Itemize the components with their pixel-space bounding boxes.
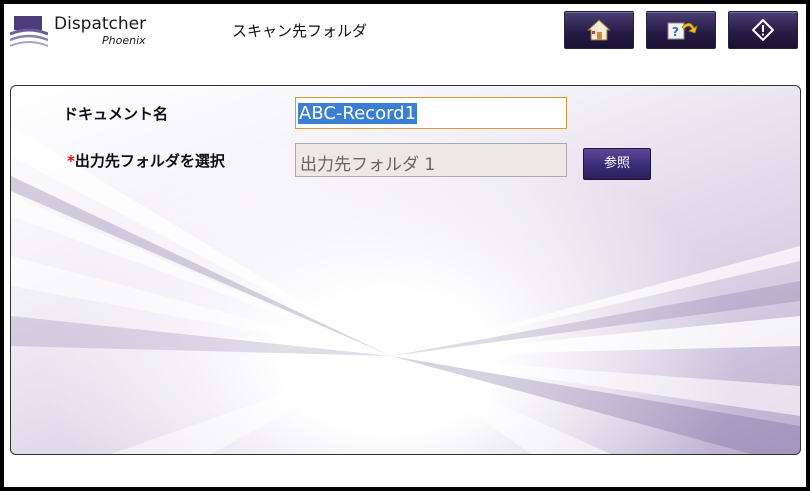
help-button[interactable]: ? [646,11,716,49]
app-window: Dispatcher Phoenix スキャン先フォルダ ? ドキュメント名 A… [4,4,806,487]
required-marker: * [67,152,75,170]
start-button[interactable] [728,11,798,49]
output-folder-value: 出力先フォルダ 1 [300,155,436,175]
home-button[interactable] [564,11,634,49]
scan-form-panel: ドキュメント名 ABC-Record1 *出力先フォルダを選択 出力先フォルダ … [10,85,801,455]
home-icon [587,19,611,41]
logo: Dispatcher Phoenix [10,12,150,52]
document-name-label: ドキュメント名 [63,105,169,123]
logo-subtitle: Phoenix [102,34,146,47]
logo-name: Dispatcher [54,14,147,34]
logo-mark-icon [10,16,48,47]
help-icon: ? [667,22,698,40]
folder-select-label: *出力先フォルダを選択 [67,150,225,171]
page-title: スキャン先フォルダ [232,22,368,40]
start-icon [752,19,774,41]
svg-text:?: ? [672,25,679,39]
background-rays [11,126,800,454]
output-folder-field: 出力先フォルダ 1 [295,143,567,177]
header-bar: Dispatcher Phoenix スキャン先フォルダ ? [4,4,806,56]
browse-button[interactable]: 参照 [583,148,651,180]
document-name-value: ABC-Record1 [298,103,418,124]
document-name-input[interactable]: ABC-Record1 [295,97,567,129]
folder-select-label-text: 出力先フォルダを選択 [74,152,225,170]
